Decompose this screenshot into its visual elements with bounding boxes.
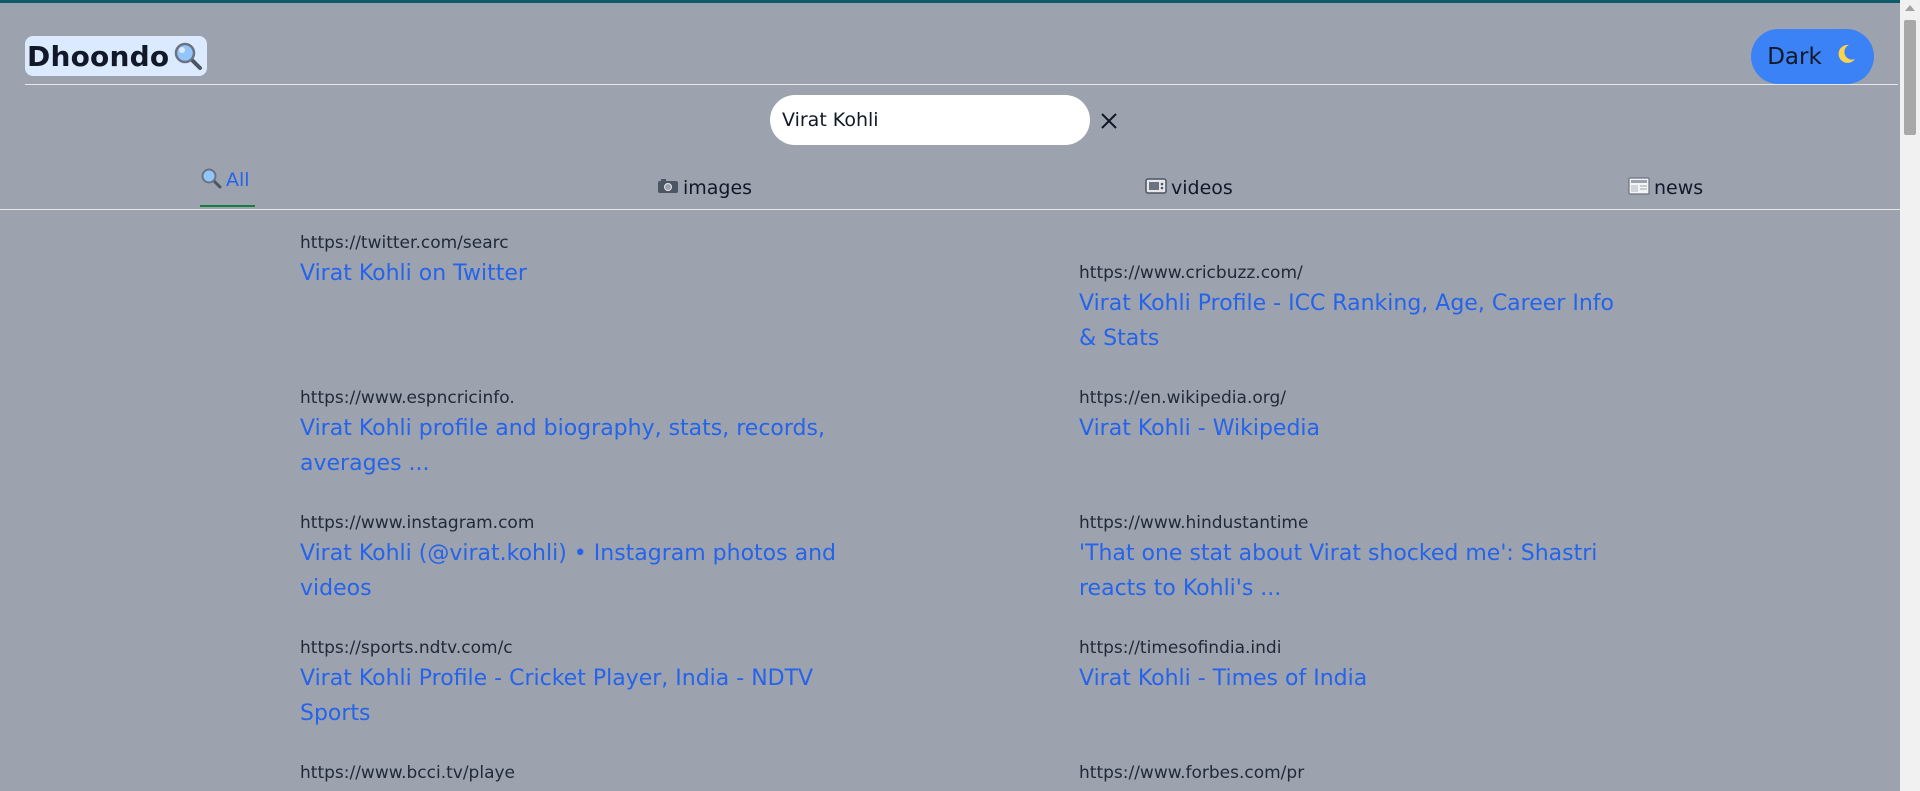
top-accent-bar <box>0 0 1920 3</box>
result-title-link[interactable]: Virat Kohli - Times of India <box>1079 661 1619 696</box>
result-url: https://www.forbes.com/pr <box>1079 763 1305 783</box>
result-title-link[interactable]: Virat Kohli - Wikipedia <box>1079 411 1619 446</box>
close-icon[interactable] <box>1098 110 1120 132</box>
tv-icon <box>1145 177 1167 200</box>
result-url: https://timesofindia.indi <box>1079 638 1282 658</box>
result-item: https://www.cricbuzz.com/ Virat Kohli Pr… <box>1079 262 1619 356</box>
tab-news[interactable]: news <box>1628 168 1703 208</box>
moon-icon <box>1834 42 1858 72</box>
result-item: https://twitter.com/searc Virat Kohli on… <box>300 232 840 291</box>
result-item: https://en.wikipedia.org/ Virat Kohli - … <box>1079 387 1619 446</box>
result-item: https://www.instagram.com Virat Kohli (@… <box>300 512 840 606</box>
result-item: https://www.hindustantime 'That one stat… <box>1079 512 1619 606</box>
tab-all[interactable]: All <box>200 160 250 200</box>
result-title-link[interactable]: Virat Kohli Profile - ICC Ranking, Age, … <box>1079 286 1619 356</box>
result-title-link[interactable]: Virat Kohli Profile - Cricket Player, In… <box>300 661 840 731</box>
result-item: https://timesofindia.indi Virat Kohli - … <box>1079 637 1619 696</box>
tab-videos[interactable]: videos <box>1145 168 1233 208</box>
result-url: https://www.espncricinfo. <box>300 388 515 408</box>
header-divider <box>25 84 1898 85</box>
result-title-link[interactable]: Virat Kohli on Twitter <box>300 256 840 291</box>
result-url: https://sports.ndtv.com/c <box>300 638 513 658</box>
result-url: https://www.instagram.com <box>300 513 535 533</box>
result-url: https://en.wikipedia.org/ <box>1079 388 1286 408</box>
active-tab-indicator <box>200 205 255 207</box>
tab-images-label: images <box>683 177 753 199</box>
logo[interactable]: Dhoondo <box>25 36 208 76</box>
tab-news-label: news <box>1654 177 1704 199</box>
tabs-divider <box>0 209 1900 210</box>
camera-icon <box>657 177 679 199</box>
tab-videos-label: videos <box>1171 177 1233 199</box>
magnifier-icon <box>200 167 222 194</box>
theme-toggle-button[interactable]: Dark <box>1751 29 1874 84</box>
theme-toggle-label: Dark <box>1767 43 1822 70</box>
tab-all-label: All <box>226 169 250 191</box>
search-tabs: All images videos news <box>0 160 1900 210</box>
result-item: https://www.espncricinfo. Virat Kohli pr… <box>300 387 840 481</box>
magnifier-icon <box>173 41 203 71</box>
search-box <box>770 95 1090 145</box>
scroll-up-arrow-icon[interactable] <box>1905 5 1915 11</box>
logo-text: Dhoondo <box>27 39 170 73</box>
tab-images[interactable]: images <box>657 168 752 208</box>
page-scrollbar[interactable] <box>1900 0 1920 791</box>
result-item: https://sports.ndtv.com/c Virat Kohli Pr… <box>300 637 840 731</box>
result-url: https://twitter.com/searc <box>300 233 509 253</box>
result-item: https://www.forbes.com/pr <box>1079 762 1619 784</box>
result-title-link[interactable]: Virat Kohli (@virat.kohli) • Instagram p… <box>300 536 840 606</box>
scrollbar-thumb[interactable] <box>1904 20 1916 135</box>
result-url: https://www.hindustantime <box>1079 513 1309 533</box>
search-input[interactable] <box>770 95 1090 145</box>
newspaper-icon <box>1628 176 1650 201</box>
result-item: https://www.bcci.tv/playe <box>300 762 840 784</box>
result-url: https://www.cricbuzz.com/ <box>1079 263 1303 283</box>
result-url: https://www.bcci.tv/playe <box>300 763 516 783</box>
result-title-link[interactable]: Virat Kohli profile and biography, stats… <box>300 411 840 481</box>
result-title-link[interactable]: 'That one stat about Virat shocked me': … <box>1079 536 1619 606</box>
